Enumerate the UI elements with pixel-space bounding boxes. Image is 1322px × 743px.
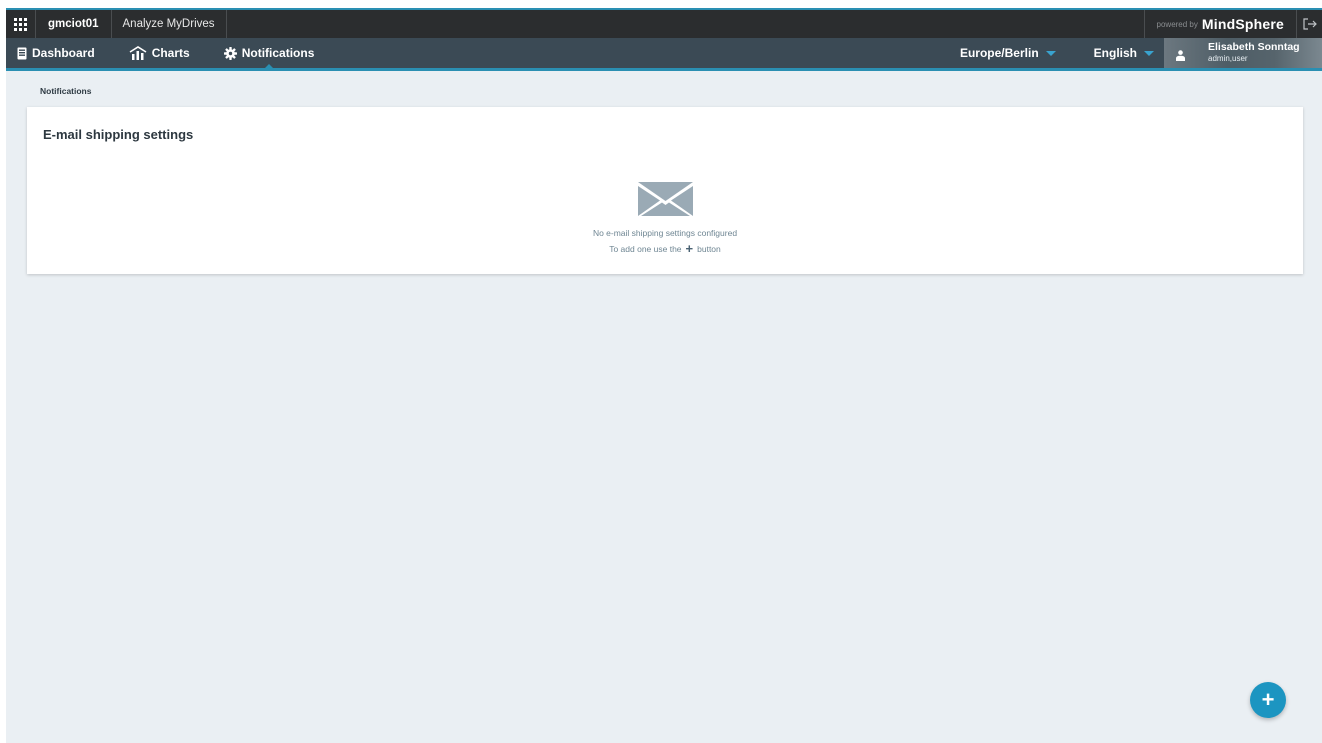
user-roles: admin,user (1208, 54, 1248, 63)
chevron-down-icon (1144, 50, 1154, 56)
charts-icon (129, 46, 147, 60)
powered-by-label: powered by (1156, 19, 1198, 29)
empty-message: No e-mail shipping settings configured (592, 228, 738, 238)
gear-icon (223, 46, 237, 60)
mindsphere-logo: powered by MindSphere (1143, 10, 1296, 38)
empty-state: No e-mail shipping settings configured T… (27, 182, 1303, 256)
avatar (1174, 46, 1187, 61)
nav-item-label: Notifications (241, 46, 315, 60)
plus-icon: + (1261, 687, 1275, 712)
hint-text-after: button (697, 244, 721, 254)
user-name: Elisabeth Sonntag (1208, 41, 1300, 53)
nav-item-notifications[interactable]: Notifications (213, 38, 326, 69)
language-value: English (1093, 46, 1137, 60)
tenant-name: gmciot01 (36, 10, 112, 38)
app-frame: gmciot01 Analyze MyDrives powered by Min… (6, 8, 1322, 743)
nav-item-label: Dashboard (32, 46, 95, 60)
top-bar: gmciot01 Analyze MyDrives powered by Min… (6, 8, 1322, 38)
nav-item-dashboard[interactable]: Dashboard (6, 38, 106, 68)
user-menu[interactable]: Elisabeth Sonntag admin,user (1164, 38, 1322, 68)
empty-hint: To add one use the + button (609, 241, 721, 256)
grid-icon (14, 17, 27, 31)
app-title[interactable]: Analyze MyDrives (112, 10, 227, 38)
logout-icon (1302, 18, 1317, 30)
nav-item-charts[interactable]: Charts (118, 38, 201, 68)
nav-item-label: Charts (151, 46, 190, 60)
language-select[interactable]: English (1094, 38, 1154, 68)
timezone-select[interactable]: Europe/Berlin (960, 38, 1056, 68)
dashboard-icon (17, 47, 27, 59)
breadcrumb: Notifications (40, 86, 92, 96)
card-title: E-mail shipping settings (43, 127, 194, 142)
plus-icon: + (685, 241, 694, 256)
chevron-down-icon (1045, 50, 1056, 56)
email-settings-card: E-mail shipping settings No e-mail shipp… (27, 107, 1303, 274)
user-icon (1176, 49, 1185, 61)
logout-button[interactable] (1296, 10, 1322, 38)
timezone-value: Europe/Berlin (959, 46, 1039, 60)
add-setting-button[interactable]: + (1250, 682, 1286, 718)
envelope-icon (637, 182, 693, 216)
app-launcher-button[interactable] (6, 10, 36, 38)
nav-bar: Dashboard Charts Notifications Europe/Be… (6, 38, 1322, 71)
brand-name: MindSphere (1201, 16, 1284, 32)
hint-text-before: To add one use the (609, 244, 682, 254)
